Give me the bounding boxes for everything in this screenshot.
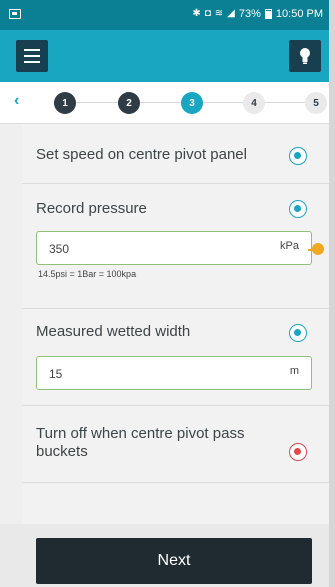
record-pressure-radio[interactable] [289, 200, 307, 218]
chevron-left-icon[interactable]: ‹ [14, 92, 19, 110]
set-speed-label: Set speed on centre pivot panel [36, 146, 247, 163]
status-icons: ✱ ◘ ≋ ◢ 73% 10:50 PM [192, 8, 323, 20]
record-pressure-label: Record pressure [36, 200, 147, 217]
bulb-glyph [300, 48, 310, 64]
status-time: 10:50 PM [275, 8, 323, 20]
signal-icon: ◢ [227, 8, 235, 19]
wetted-width-label: Measured wetted width [36, 323, 191, 340]
wetted-width-value: 15 [49, 367, 63, 381]
pressure-input[interactable]: 350 kPa [36, 231, 312, 265]
phone-screen: ✱ ◘ ≋ ◢ 73% 10:50 PM ‹ 1 2 3 4 5 Set spe… [0, 0, 335, 587]
pressure-value: 350 [49, 242, 70, 256]
progress-stepper: ‹ 1 2 3 4 5 [0, 82, 329, 124]
battery-icon [264, 9, 272, 19]
next-button[interactable]: Next [36, 538, 312, 584]
list-item-set-speed[interactable]: Set speed on centre pivot panel [22, 124, 329, 184]
list-item-turn-off[interactable]: Turn off when centre pivot pass buckets [22, 406, 329, 483]
pressure-hint: 14.5psi = 1Bar = 100kpa [38, 269, 137, 279]
set-speed-radio[interactable] [289, 147, 307, 165]
turn-off-label: Turn off when centre pivot pass buckets [36, 425, 245, 460]
turn-off-radio[interactable] [289, 443, 307, 461]
lightbulb-icon[interactable] [289, 40, 321, 72]
status-bar: ✱ ◘ ≋ ◢ 73% 10:50 PM [0, 0, 329, 30]
step-5[interactable]: 5 [305, 92, 327, 114]
list-item-record-pressure[interactable]: Record pressure 350 kPa 14.5psi = 1Bar =… [22, 184, 329, 309]
hamburger-icon[interactable] [16, 40, 48, 72]
list-item-wetted-width[interactable]: Measured wetted width 15 m [22, 309, 329, 406]
step-2[interactable]: 2 [118, 92, 140, 114]
task-list: Set speed on centre pivot panel Record p… [22, 124, 329, 524]
battery-percent: 73% [238, 8, 261, 20]
bluetooth-icon: ✱ [192, 8, 201, 19]
pressure-unit: kPa [280, 240, 299, 252]
step-3[interactable]: 3 [181, 92, 203, 114]
device-frame-edge [329, 0, 335, 587]
step-1[interactable]: 1 [54, 92, 76, 114]
pointer-dot [312, 243, 324, 255]
screenshot-icon [9, 9, 21, 19]
alarm-icon: ◘ [204, 8, 211, 19]
wifi-icon: ≋ [214, 8, 224, 19]
wetted-width-unit: m [289, 365, 299, 377]
app-bar [0, 30, 329, 82]
wetted-width-radio[interactable] [289, 324, 307, 342]
step-4[interactable]: 4 [243, 92, 265, 114]
wetted-width-input[interactable]: 15 m [36, 356, 312, 390]
